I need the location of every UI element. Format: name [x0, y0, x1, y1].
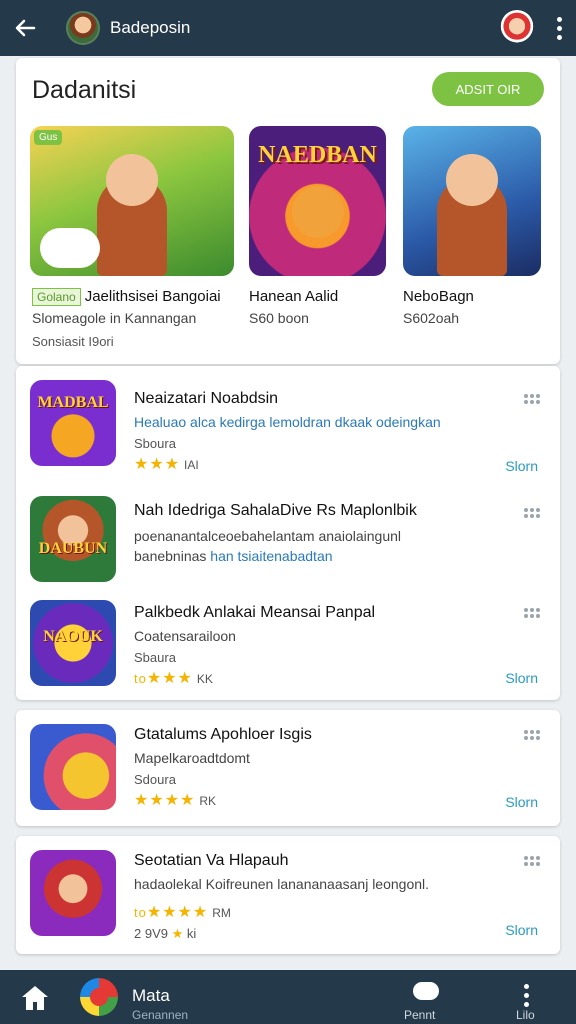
more-icon[interactable]: [524, 984, 529, 1007]
rating-stars: ★★★★ RK: [134, 792, 217, 809]
cloud-label[interactable]: Pennt: [404, 1008, 435, 1022]
character-face: [106, 154, 158, 206]
app-icon: MADBAL: [30, 380, 116, 466]
app-icon: [30, 724, 116, 810]
featured-item-name[interactable]: Hanean Aalid: [249, 288, 338, 305]
app-logo-icon[interactable]: [80, 978, 118, 1016]
featured-tile-1[interactable]: Gus: [30, 126, 234, 276]
top-app-bar: Badeposin: [0, 0, 576, 56]
featured-item-name[interactable]: NeboBagn: [403, 288, 474, 305]
character-face: [446, 154, 498, 206]
featured-item-sub: S602oah: [403, 310, 460, 326]
section-action-button[interactable]: ADSIT OIR: [432, 72, 544, 106]
app-name: Seotatian Va Hlapauh: [134, 852, 289, 869]
back-arrow-icon[interactable]: [14, 17, 50, 39]
app-card[interactable]: Seotatian Va Hlapauh hadaolekal Koifreun…: [16, 836, 560, 954]
featured-item-name[interactable]: Golano Jaelithsisei Bangoiai: [32, 288, 221, 306]
list-item[interactable]: DAUBUN Nah Idedriga SahalaDive Rs Maplon…: [16, 488, 560, 596]
app-description: Mapelkaroadtdomt: [134, 750, 250, 766]
open-button[interactable]: Slorn: [505, 922, 538, 938]
app-description: Coatensarailoon: [134, 628, 236, 644]
app-name: Gtatalums Apohloer Isgis: [134, 726, 312, 743]
list-item[interactable]: MADBAL Neaizatari Noabdsin Healuao alca …: [16, 374, 560, 482]
app-card[interactable]: Gtatalums Apohloer Isgis Mapelkaroadtdom…: [16, 710, 560, 826]
app-description: Healuao alca kedirga lemoldran dkaak ode…: [134, 414, 441, 430]
app-description-2: banebninas han tsiaitenabadtan: [134, 548, 333, 564]
featured-item-extra: Sonsiasit I9ori: [32, 334, 114, 349]
featured-item-sub: S60 boon: [249, 310, 309, 326]
list-item[interactable]: Seotatian Va Hlapauh hadaolekal Koifreun…: [16, 836, 560, 944]
list-item[interactable]: NAOUK Palkbedk Anlakai Meansai Panpal Co…: [16, 592, 560, 700]
featured-item-sub: Slomeagole in Kannangan: [32, 310, 197, 326]
drag-handle-icon[interactable]: [524, 856, 540, 866]
drag-handle-icon[interactable]: [524, 730, 540, 740]
app-meta: 2 9V9 ★ ki: [134, 926, 197, 941]
character-face: [291, 186, 344, 238]
app-description: hadaolekal Koifreunen lanananaasanj leon…: [134, 876, 430, 892]
app-list: MADBAL Neaizatari Noabdsin Healuao alca …: [16, 366, 560, 700]
avatar[interactable]: [66, 11, 100, 45]
featured-tile-2[interactable]: NAEDBAN: [249, 126, 386, 276]
more-label[interactable]: Lilo: [516, 1008, 535, 1022]
bottom-subtitle: Genannen: [132, 1008, 189, 1022]
app-meta: Sdoura: [134, 772, 176, 787]
character-icon[interactable]: [499, 10, 535, 46]
drag-handle-icon[interactable]: [524, 394, 540, 404]
page-title: Badeposin: [110, 18, 191, 37]
open-button[interactable]: Slorn: [505, 458, 538, 474]
tile-tag: Gus: [34, 130, 63, 145]
cloud-icon[interactable]: [406, 982, 446, 1000]
game-logo: NAEDBAN: [258, 142, 377, 168]
drag-handle-icon[interactable]: [524, 508, 540, 518]
more-options-icon[interactable]: [557, 16, 562, 40]
app-icon: [30, 850, 116, 936]
rating-stars: to★★★ KK: [134, 670, 213, 687]
rating-stars: to★★★★ RM: [134, 904, 231, 921]
gamepad-icon: [40, 228, 100, 268]
app-icon: NAOUK: [30, 600, 116, 686]
open-button[interactable]: Slorn: [505, 670, 538, 686]
featured-tile-3[interactable]: [403, 126, 541, 276]
app-name: Palkbedk Anlakai Meansai Panpal: [134, 604, 376, 621]
app-name: Neaizatari Noabdsin: [134, 390, 279, 407]
drag-handle-icon[interactable]: [524, 608, 540, 618]
section-title: Dadanitsi: [32, 76, 137, 104]
app-meta: Sbaura: [134, 650, 176, 665]
app-description: poenanantalceoebahelantam anaiolaingunl: [134, 528, 402, 544]
home-icon[interactable]: [20, 984, 50, 1012]
app-meta: Sboura: [134, 436, 176, 451]
featured-section: Dadanitsi ADSIT OIR Gus NAEDBAN Golano Ja…: [16, 58, 560, 364]
bottom-navigation-bar: Mata Genannen Pennt Lilo: [0, 970, 576, 1024]
rating-stars: ★★★ IAI: [134, 456, 199, 473]
bottom-title[interactable]: Mata: [132, 986, 170, 1006]
open-button[interactable]: Slorn: [505, 794, 538, 810]
app-icon: DAUBUN: [30, 496, 116, 582]
list-item[interactable]: Gtatalums Apohloer Isgis Mapelkaroadtdom…: [16, 710, 560, 818]
app-name: Nah Idedriga SahalaDive Rs Maplonlbik: [134, 502, 417, 519]
featured-badge: Golano: [32, 288, 81, 306]
